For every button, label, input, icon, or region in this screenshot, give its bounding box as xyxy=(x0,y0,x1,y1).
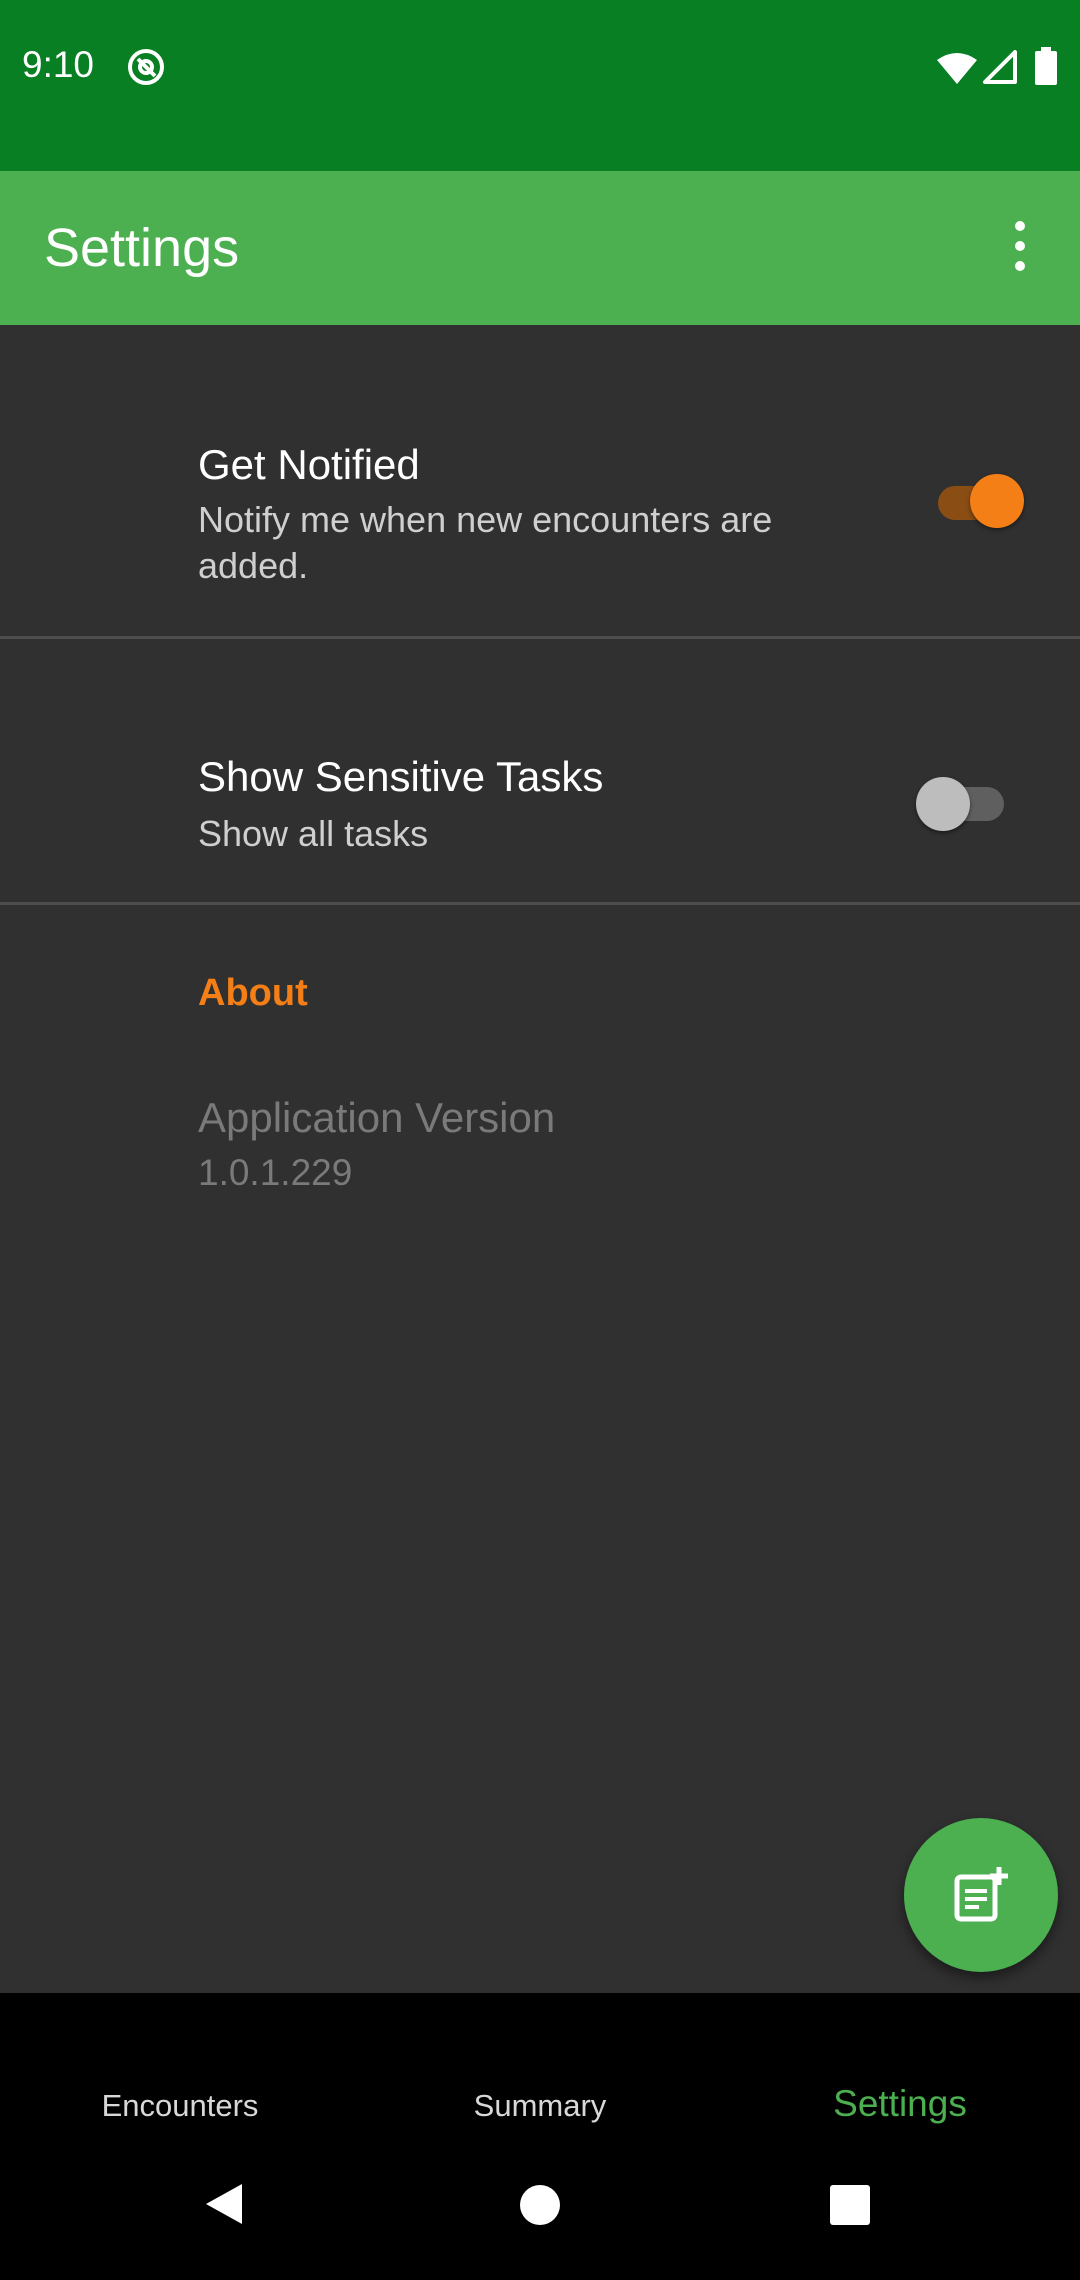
pref-summary: Show all tasks xyxy=(198,813,429,854)
pref-title: Show Sensitive Tasks xyxy=(198,753,604,800)
pref-title: Get Notified xyxy=(198,441,420,488)
add-note-fab[interactable] xyxy=(904,1818,1058,1972)
nav-item-summary[interactable]: Summary xyxy=(360,2088,720,2124)
note-add-icon xyxy=(954,1867,1008,1922)
wifi-icon xyxy=(937,53,977,84)
more-vert-icon[interactable] xyxy=(1002,211,1038,281)
notify-switch[interactable] xyxy=(934,472,1030,530)
battery-icon xyxy=(1035,47,1057,85)
version-value: 1.0.1.229 xyxy=(198,1152,353,1193)
at-sign-icon xyxy=(128,49,164,85)
switch-thumb xyxy=(970,474,1024,528)
version-label: Application Version xyxy=(198,1094,556,1141)
section-title-about: About xyxy=(198,972,308,1014)
recents-icon[interactable] xyxy=(830,2185,870,2225)
home-icon[interactable] xyxy=(520,2185,560,2225)
status-bar: 9:10 xyxy=(0,0,1080,171)
switch-thumb xyxy=(916,777,970,831)
signal-icon xyxy=(983,50,1017,84)
back-icon[interactable] xyxy=(204,2182,244,2226)
status-time: 9:10 xyxy=(22,44,95,85)
page-title: Settings xyxy=(44,218,240,278)
app-bar: Settings xyxy=(0,171,1080,325)
pref-get-notified[interactable]: Get Notified Notify me when new encounte… xyxy=(0,325,1080,637)
sensitive-tasks-switch[interactable] xyxy=(912,775,1008,833)
nav-item-settings[interactable]: Settings xyxy=(720,2083,1080,2125)
bottom-nav: Encounters Summary Settings xyxy=(0,1993,1080,2280)
nav-item-encounters[interactable]: Encounters xyxy=(0,2088,360,2124)
divider xyxy=(0,902,1080,905)
pref-summary: Notify me when new encounters are added. xyxy=(198,499,773,586)
pref-show-sensitive-tasks[interactable]: Show Sensitive Tasks Show all tasks xyxy=(0,639,1080,903)
